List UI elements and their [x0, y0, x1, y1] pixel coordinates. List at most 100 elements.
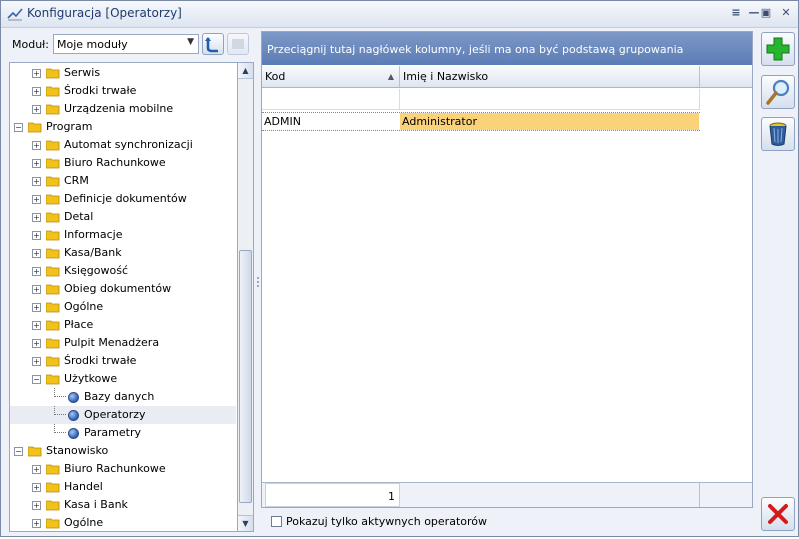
tree-item-label: Ogólne	[64, 516, 104, 529]
tree-item[interactable]: + Pulpit Menadżera	[10, 334, 236, 352]
tree-item[interactable]: Parametry	[10, 424, 236, 442]
tree-item-label: Obieg dokumentów	[64, 282, 172, 295]
collapse-icon[interactable]: −	[14, 447, 23, 456]
column-header-kod[interactable]: Kod ▲	[262, 66, 400, 87]
tree-item[interactable]: + Środki trwałe	[10, 82, 236, 100]
filter-cell-kod[interactable]	[262, 89, 400, 109]
module-select[interactable]: Moje moduły ▼	[53, 34, 199, 54]
settings-node-icon	[68, 410, 79, 421]
edit-button[interactable]	[761, 75, 795, 109]
delete-button[interactable]	[761, 117, 795, 151]
expand-icon[interactable]: +	[32, 141, 41, 150]
tree-item[interactable]: + Ogólne	[10, 514, 236, 531]
tree-item[interactable]: + Ogólne	[10, 298, 236, 316]
tree-item[interactable]: + Obieg dokumentów	[10, 280, 236, 298]
tree-item[interactable]: + Środki trwałe	[10, 352, 236, 370]
tree-item-label: Automat synchronizacji	[64, 138, 193, 151]
expand-icon[interactable]: +	[32, 303, 41, 312]
grid-header: Kod ▲ Imię i Nazwisko	[262, 66, 752, 88]
tree-item[interactable]: − Program	[10, 118, 236, 136]
group-by-hint: Przeciągnij tutaj nagłówek kolumny, jeśl…	[267, 43, 684, 56]
expand-icon[interactable]: +	[32, 483, 41, 492]
folder-icon	[46, 176, 60, 187]
tree-item[interactable]: + Biuro Rachunkowe	[10, 460, 236, 478]
tree-item[interactable]: Operatorzy	[10, 406, 236, 424]
panel-splitter[interactable]	[256, 29, 260, 536]
expand-icon[interactable]: +	[32, 159, 41, 168]
filter-cell-name[interactable]	[400, 89, 700, 109]
tree-item[interactable]: − Użytkowe	[10, 370, 236, 388]
folder-icon	[46, 86, 60, 97]
expand-icon[interactable]: +	[32, 87, 41, 96]
folder-icon	[46, 140, 60, 151]
window-menu-button[interactable]: ≡	[728, 5, 744, 21]
expand-icon[interactable]: +	[32, 231, 41, 240]
tree-item[interactable]: + Kasa i Bank	[10, 496, 236, 514]
expand-icon[interactable]: +	[32, 285, 41, 294]
close-button[interactable]	[761, 497, 795, 531]
expand-icon[interactable]: +	[32, 177, 41, 186]
tree-item[interactable]: + Księgowość	[10, 262, 236, 280]
group-by-panel[interactable]: Przeciągnij tutaj nagłówek kolumny, jeśl…	[262, 32, 752, 65]
sort-ascending-icon: ▲	[387, 72, 394, 81]
folder-icon	[46, 212, 60, 223]
column-header-name[interactable]: Imię i Nazwisko	[400, 66, 700, 87]
tree-item[interactable]: + Handel	[10, 478, 236, 496]
tree-item[interactable]: + Biuro Rachunkowe	[10, 154, 236, 172]
scroll-down-button[interactable]: ▼	[238, 515, 253, 531]
close-window-button[interactable]: ✕	[778, 5, 794, 21]
module-settings-button[interactable]	[227, 33, 249, 55]
tree-item[interactable]: + Serwis	[10, 64, 236, 82]
folder-icon	[46, 464, 60, 475]
expand-icon[interactable]: +	[32, 465, 41, 474]
expand-icon[interactable]: +	[32, 105, 41, 114]
tree-item[interactable]: Bazy danych	[10, 388, 236, 406]
expand-icon[interactable]: +	[32, 519, 41, 528]
module-select-value: Moje moduły	[57, 38, 128, 51]
tree-item-label: Stanowisko	[46, 444, 109, 457]
row-count: 1	[388, 490, 395, 503]
expand-icon[interactable]: +	[32, 267, 41, 276]
tree-item[interactable]: + Automat synchronizacji	[10, 136, 236, 154]
tree-item[interactable]: + Detal	[10, 208, 236, 226]
maximize-button[interactable]: ▣	[758, 5, 774, 21]
refresh-button[interactable]	[202, 33, 224, 55]
filter-row[interactable]	[262, 89, 700, 110]
folder-icon	[46, 356, 60, 367]
tree-item[interactable]: + Kasa/Bank	[10, 244, 236, 262]
folder-icon	[46, 248, 60, 259]
left-panel: Moduł: Moje moduły ▼ + Serwis + Środki trwa…	[4, 29, 255, 536]
footer-cell-name	[400, 483, 700, 507]
active-only-checkbox[interactable]	[271, 516, 282, 527]
tree-item[interactable]: + Informacje	[10, 226, 236, 244]
cell-name[interactable]: Administrator	[400, 113, 699, 130]
tree-item[interactable]: + Płace	[10, 316, 236, 334]
tree-item[interactable]: + CRM	[10, 172, 236, 190]
tree-item-label: Płace	[64, 318, 94, 331]
table-row[interactable]: ADMIN Administrator	[262, 112, 700, 131]
expand-icon[interactable]: +	[32, 69, 41, 78]
expand-icon[interactable]: +	[32, 195, 41, 204]
scroll-thumb[interactable]	[239, 250, 252, 503]
tree-item[interactable]: + Urządzenia mobilne	[10, 100, 236, 118]
tree-scrollbar[interactable]: ▲ ▼	[237, 62, 254, 532]
grid-footer: 1	[262, 482, 752, 507]
expand-icon[interactable]: +	[32, 501, 41, 510]
collapse-icon[interactable]: −	[32, 375, 41, 384]
scroll-up-button[interactable]: ▲	[238, 63, 253, 79]
folder-icon	[46, 482, 60, 493]
expand-icon[interactable]: +	[32, 213, 41, 222]
module-tree[interactable]: + Serwis + Środki trwałe + Urządzenia mobilne…	[9, 62, 237, 532]
add-button[interactable]	[761, 32, 795, 66]
tree-item[interactable]: − Stanowisko	[10, 442, 236, 460]
expand-icon[interactable]: +	[32, 249, 41, 258]
collapse-icon[interactable]: −	[14, 123, 23, 132]
expand-icon[interactable]: +	[32, 321, 41, 330]
tree-item-label: Ogólne	[64, 300, 104, 313]
tree-item[interactable]: + Definicje dokumentów	[10, 190, 236, 208]
expand-icon[interactable]: +	[32, 357, 41, 366]
active-only-label[interactable]: Pokazuj tylko aktywnych operatorów	[286, 515, 487, 528]
tree-item-label: CRM	[64, 174, 89, 187]
expand-icon[interactable]: +	[32, 339, 41, 348]
cell-kod[interactable]: ADMIN	[262, 113, 400, 130]
